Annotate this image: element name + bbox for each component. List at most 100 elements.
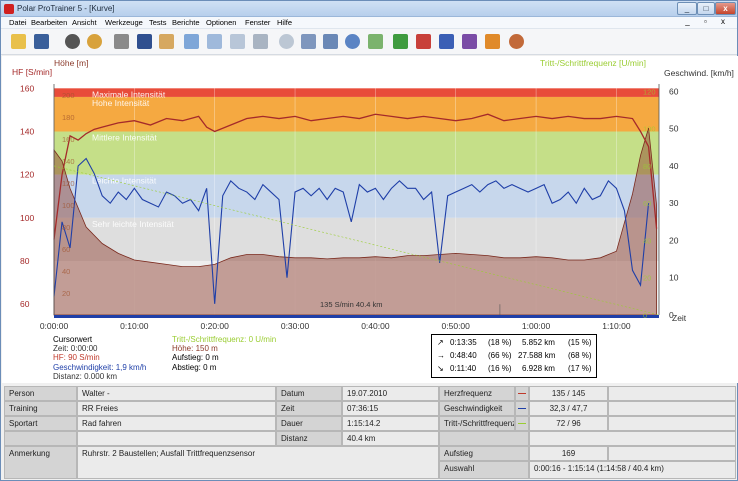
- speed-legend: [515, 401, 529, 416]
- speed-axis-label: Geschwind. [km/h]: [664, 68, 734, 78]
- minimize-button[interactable]: _: [677, 2, 697, 15]
- report-purple-icon[interactable]: [460, 32, 479, 51]
- menu-bearbeiten[interactable]: Bearbeiten: [31, 18, 67, 27]
- training-summary: Person Walter - Training RR Freies Sport…: [4, 386, 736, 479]
- note-value[interactable]: Ruhrstr. 2 Baustellen; Ausfall Trittfreq…: [77, 446, 439, 479]
- area-chart-icon[interactable]: [182, 32, 201, 51]
- columns-chart-icon[interactable]: [251, 32, 270, 51]
- speed-tick-label: 40: [669, 161, 679, 171]
- book-icon[interactable]: [135, 32, 154, 51]
- zone-label: Mittlere Intensität: [92, 132, 157, 142]
- cursor-speed: Geschwindigkeit: 1,9 km/h: [53, 362, 147, 372]
- sport-value[interactable]: Rad fahren: [77, 416, 276, 431]
- cadence-tick-label: 0: [643, 311, 647, 320]
- flat-icon: →: [437, 351, 445, 360]
- x-tick-label: 0:40:00: [361, 321, 390, 331]
- sync2-icon[interactable]: [321, 32, 340, 51]
- distance-value: 40.4 km: [342, 431, 439, 446]
- report-blue-icon[interactable]: [437, 32, 456, 51]
- chart-svg[interactable]: Maximale IntensitätHohe IntensitätMittle…: [2, 56, 738, 383]
- menu-berichte[interactable]: Berichte: [172, 18, 200, 27]
- zoom-icon[interactable]: [277, 32, 296, 51]
- cadence-tick-label: 20: [643, 274, 651, 283]
- menu-hilfe[interactable]: Hilfe: [277, 18, 292, 27]
- close-button[interactable]: x: [715, 2, 736, 15]
- percent-chart-icon[interactable]: [228, 32, 247, 51]
- speed-tick-label: 20: [669, 235, 679, 245]
- altitude-tick-label: 140: [62, 157, 75, 166]
- calendar-icon[interactable]: [112, 32, 131, 51]
- menu-datei[interactable]: Datei: [9, 18, 27, 27]
- altitude-tick-label: 160: [62, 135, 75, 144]
- save-icon[interactable]: [32, 32, 51, 51]
- altitude-tick-label: 40: [62, 267, 70, 276]
- refresh-icon[interactable]: [343, 32, 362, 51]
- window-title: Polar ProTrainer 5 - [Kurve]: [17, 4, 115, 13]
- zone-label: Leichte Intensität: [92, 176, 157, 186]
- users-icon[interactable]: [507, 32, 526, 51]
- cursor-marker-label: 135 S/min 40.4 km: [320, 300, 383, 309]
- cadence-tick-label: 60: [643, 199, 651, 208]
- toolbar: [1, 29, 737, 55]
- downhill-row: ↘ 0:11:40 (16 %) 6.928 km (17 %): [437, 364, 592, 373]
- sync-icon[interactable]: [299, 32, 318, 51]
- x-tick-label: 0:10:00: [120, 321, 149, 331]
- heart-rate-icon[interactable]: [63, 32, 82, 51]
- hr-label: Herzfrequenz: [439, 386, 515, 401]
- cursor-hf: HF: 90 S/min: [53, 353, 100, 363]
- uphill-row: ↗ 0:13:35 (18 %) 5.852 km (15 %): [437, 338, 592, 347]
- open-icon[interactable]: [9, 32, 28, 51]
- hf-tick-label: 60: [20, 299, 30, 309]
- person-value[interactable]: Walter -: [77, 386, 276, 401]
- altitude-tick-label: 120: [62, 179, 75, 188]
- zones-icon[interactable]: [85, 32, 104, 51]
- title-bar[interactable]: Polar ProTrainer 5 - [Kurve] _ □ x: [1, 1, 737, 17]
- altitude-tick-label: 100: [62, 201, 75, 210]
- x-tick-label: 0:30:00: [281, 321, 310, 331]
- menu-tests[interactable]: Tests: [149, 18, 167, 27]
- app-icon: [4, 4, 14, 14]
- hf-tick-label: 140: [20, 126, 34, 136]
- report-orange-icon[interactable]: [483, 32, 502, 51]
- menu-werkzeuge[interactable]: Werkzeuge: [105, 18, 143, 27]
- person-edit-icon[interactable]: [157, 32, 176, 51]
- hf-tick-label: 120: [20, 170, 34, 180]
- downhill-icon: ↘: [437, 364, 444, 373]
- altitude-tick-label: 80: [62, 223, 70, 232]
- flat-row: → 0:48:40 (66 %) 27.588 km (68 %): [437, 351, 592, 360]
- training-label: Training: [4, 401, 77, 416]
- date-label: Datum: [276, 386, 342, 401]
- cadence-tick-label: 120: [643, 87, 656, 96]
- curve-icon[interactable]: [366, 32, 385, 51]
- bar-chart-icon[interactable]: [205, 32, 224, 51]
- hr-spacer: [608, 386, 736, 401]
- empty-right-label: [439, 431, 529, 446]
- x-tick-label: 1:00:00: [522, 321, 551, 331]
- altitude-axis-label: Höhe [m]: [54, 58, 89, 68]
- speed-tick-label: 50: [669, 124, 679, 134]
- speed-label: Geschwindigkeit: [439, 401, 515, 416]
- menu-optionen[interactable]: Optionen: [206, 18, 236, 27]
- altitude-tick-label: 60: [62, 245, 70, 254]
- report-red-icon[interactable]: [414, 32, 433, 51]
- mdi-controls[interactable]: _ ▫ x: [685, 17, 731, 26]
- report-green-icon[interactable]: [391, 32, 410, 51]
- cursor-info: Cursorwert Zeit: 0:00:00 HF: 90 S/min Ge…: [53, 335, 146, 381]
- cadence-label: Tritt-/Schrittfrequenz: [439, 416, 515, 431]
- maximize-button[interactable]: □: [697, 2, 715, 15]
- menu-fenster[interactable]: Fenster: [245, 18, 270, 27]
- curve-chart[interactable]: Maximale Intensität Hohe Intensität Mittle…: [2, 56, 738, 383]
- menu-ansicht[interactable]: Ansicht: [72, 18, 97, 27]
- x-tick-label: 0:00:00: [40, 321, 69, 331]
- speed-tick-label: 10: [669, 273, 679, 283]
- x-axis-bar: [54, 315, 659, 318]
- zone-label: Sehr leichte Intensität: [92, 219, 174, 229]
- training-value[interactable]: RR Freies: [77, 401, 276, 416]
- cursor-distance: Distanz: 0.000 km: [53, 371, 118, 381]
- uphill-icon: ↗: [437, 338, 444, 347]
- speed-spacer: [608, 401, 736, 416]
- note-label: Anmerkung: [4, 446, 77, 479]
- hf-tick-label: 160: [20, 83, 34, 93]
- cursor-descent: Abstieg: 0 m: [172, 362, 217, 372]
- duration-value: 1:15:14.2: [342, 416, 439, 431]
